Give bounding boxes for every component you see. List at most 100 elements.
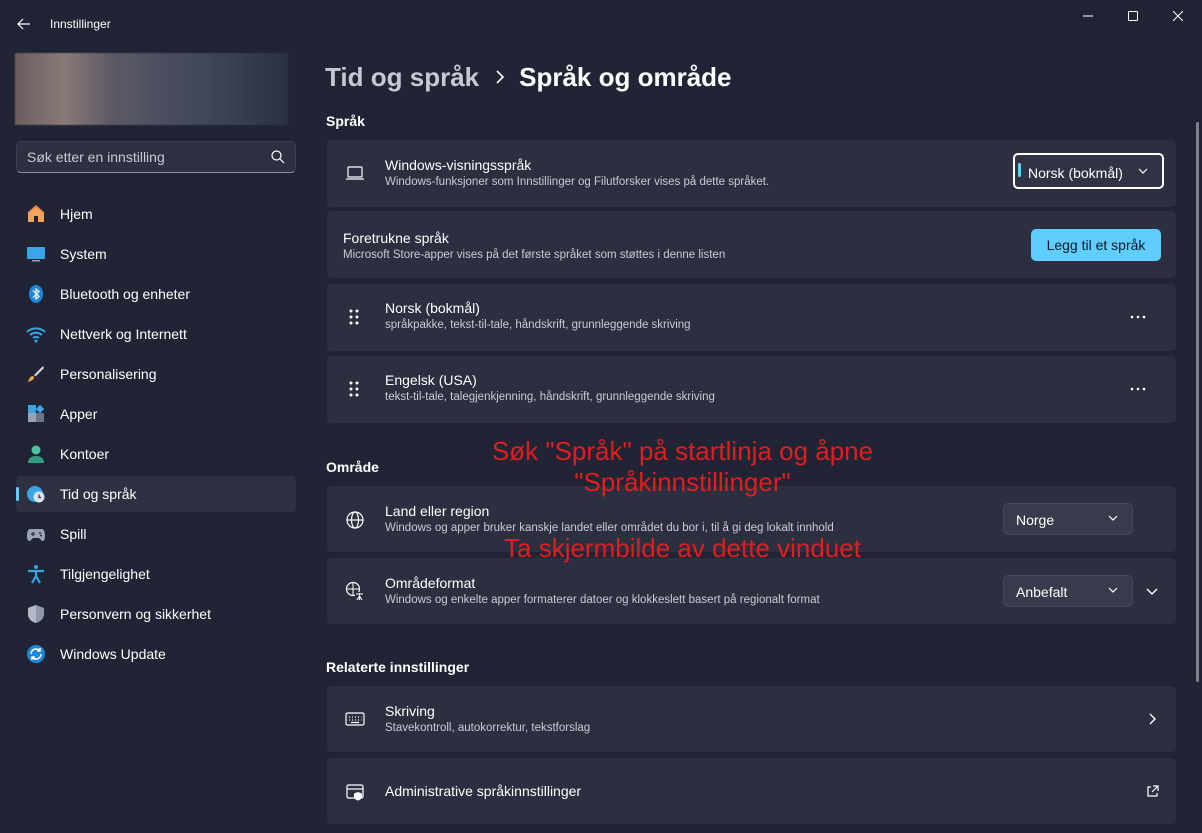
drag-handle-icon[interactable] xyxy=(347,380,367,400)
sidebar-item-label: Personvern og sikkerhet xyxy=(60,606,211,622)
sidebar-item-gaming[interactable]: Spill xyxy=(16,516,296,552)
active-indicator xyxy=(16,487,19,501)
language-features: tekst-til-tale, talegjenkjenning, håndsk… xyxy=(385,391,715,403)
minimize-button[interactable] xyxy=(1065,0,1111,32)
sidebar-nav: Hjem System Bluetooth og enheter Nettver… xyxy=(16,196,296,676)
sidebar-item-apps[interactable]: Apper xyxy=(16,396,296,432)
close-button[interactable] xyxy=(1155,0,1201,32)
gamepad-icon xyxy=(27,529,45,541)
external-link-icon xyxy=(1146,784,1159,797)
breadcrumb-parent-link[interactable]: Tid og språk xyxy=(325,62,479,93)
sidebar-item-label: Tid og språk xyxy=(60,486,137,502)
language-features: språkpakke, tekst-til-tale, håndskrift, … xyxy=(385,319,691,331)
sidebar-item-label: Hjem xyxy=(60,206,93,222)
sidebar-item-accessibility[interactable]: Tilgjengelighet xyxy=(16,556,296,592)
annotation-screenshot: Ta skjermbilde av dette vinduet xyxy=(504,533,861,563)
regional-format-selected: Anbefalt xyxy=(1016,584,1068,600)
preferred-languages-title: Foretrukne språk xyxy=(343,230,449,246)
more-icon xyxy=(1130,315,1146,319)
sidebar-item-label: System xyxy=(60,246,107,262)
scrollbar[interactable] xyxy=(1196,122,1199,682)
sidebar-item-label: Apper xyxy=(60,406,98,422)
regional-format-card[interactable]: Områdeformat Windows og enkelte apper fo… xyxy=(327,558,1176,624)
country-region-title: Land eller region xyxy=(385,503,490,519)
display-language-dropdown[interactable]: Norsk (bokmål) xyxy=(1013,153,1164,189)
sidebar-item-system[interactable]: System xyxy=(16,236,296,272)
more-options-button[interactable] xyxy=(1126,305,1150,329)
globe-icon xyxy=(346,511,364,529)
sidebar-item-accounts[interactable]: Kontoer xyxy=(16,436,296,472)
sidebar-item-privacy[interactable]: Personvern og sikkerhet xyxy=(16,596,296,632)
display-language-title: Windows-visningsspråk xyxy=(385,157,532,173)
shield-icon xyxy=(28,605,44,623)
sidebar-item-bluetooth[interactable]: Bluetooth og enheter xyxy=(16,276,296,312)
sidebar-item-personalization[interactable]: Personalisering xyxy=(16,356,296,392)
update-icon xyxy=(27,645,45,663)
regional-format-dropdown[interactable]: Anbefalt xyxy=(1003,575,1133,607)
sidebar-item-label: Tilgjengelighet xyxy=(60,566,150,582)
brush-icon xyxy=(28,366,44,382)
typing-card[interactable]: Skriving Stavekontroll, autokorrektur, t… xyxy=(327,686,1176,752)
regional-format-description: Windows og enkelte apper formaterer dato… xyxy=(385,594,820,606)
bluetooth-icon xyxy=(29,285,43,303)
title-bar: Innstillinger xyxy=(0,0,1202,48)
display-language-card: Windows-visningsspråk Windows-funksjoner… xyxy=(327,140,1176,207)
accessibility-icon xyxy=(28,565,44,584)
apps-icon xyxy=(28,404,45,422)
language-item-english[interactable]: Engelsk (USA) tekst-til-tale, talegjenkj… xyxy=(327,356,1176,423)
expand-button[interactable] xyxy=(1140,579,1164,603)
chevron-down-icon xyxy=(1108,587,1118,593)
app-title: Innstillinger xyxy=(50,17,111,31)
account-icon xyxy=(28,445,44,463)
sidebar-item-label: Windows Update xyxy=(60,646,166,662)
sidebar-item-hjem[interactable]: Hjem xyxy=(16,196,296,232)
display-language-description: Windows-funksjoner som Innstillinger og … xyxy=(385,176,770,188)
sidebar-item-label: Personalisering xyxy=(60,366,157,382)
sidebar-item-label: Spill xyxy=(60,526,87,542)
laptop-icon xyxy=(346,166,364,180)
country-region-selected: Norge xyxy=(1016,512,1055,528)
add-language-button[interactable]: Legg til et språk xyxy=(1031,229,1161,261)
annotation-line-2: "Språkinnstillinger" xyxy=(574,467,791,498)
drag-handle-icon[interactable] xyxy=(347,308,367,328)
keyboard-icon xyxy=(345,712,365,726)
sidebar-item-label: Kontoer xyxy=(60,446,110,462)
navigate-button[interactable] xyxy=(1140,707,1164,731)
admin-language-title: Administrative språkinnstillinger xyxy=(385,783,582,799)
section-title-region: Område xyxy=(326,459,379,475)
back-arrow-icon xyxy=(17,18,30,30)
more-options-button[interactable] xyxy=(1126,377,1150,401)
time-language-icon xyxy=(27,486,45,503)
language-item-norwegian[interactable]: Norsk (bokmål) språkpakke, tekst-til-tal… xyxy=(327,284,1176,351)
sidebar-item-network[interactable]: Nettverk og Internett xyxy=(16,316,296,352)
user-profile-banner[interactable] xyxy=(15,53,288,125)
preferred-languages-card: Foretrukne språk Microsoft Store-apper v… xyxy=(327,211,1176,278)
country-region-dropdown[interactable]: Norge xyxy=(1003,503,1133,535)
home-icon xyxy=(27,205,45,222)
section-title-related: Relaterte innstillinger xyxy=(326,659,470,675)
annotation-line-1: Søk "Språk" på startlinja og åpne xyxy=(491,436,874,466)
sidebar-item-label: Nettverk og Internett xyxy=(60,326,187,342)
chevron-down-icon xyxy=(1108,515,1118,521)
wifi-icon xyxy=(26,327,46,343)
typing-title: Skriving xyxy=(385,703,435,719)
breadcrumb: Tid og språk Språk og område xyxy=(325,59,732,95)
chevron-right-icon xyxy=(1149,713,1156,725)
open-external-button[interactable] xyxy=(1140,779,1164,803)
admin-language-card[interactable]: Administrative språkinnstillinger xyxy=(327,758,1176,824)
maximize-button[interactable] xyxy=(1110,0,1156,32)
admin-settings-icon xyxy=(346,784,364,801)
search-input[interactable] xyxy=(27,142,267,172)
focus-accent-bar xyxy=(1018,163,1021,177)
sidebar-item-label: Bluetooth og enheter xyxy=(60,286,190,302)
typing-description: Stavekontroll, autokorrektur, tekstforsl… xyxy=(385,722,591,734)
chevron-right-icon xyxy=(495,70,505,84)
sidebar-item-windows-update[interactable]: Windows Update xyxy=(16,636,296,672)
section-title-language: Språk xyxy=(326,113,365,129)
search-icon[interactable] xyxy=(271,150,285,164)
sidebar-item-time-language[interactable]: Tid og språk xyxy=(16,476,296,512)
language-name: Norsk (bokmål) xyxy=(385,300,480,316)
chevron-down-icon xyxy=(1138,168,1148,174)
back-button[interactable] xyxy=(12,12,36,36)
more-icon xyxy=(1130,387,1146,391)
